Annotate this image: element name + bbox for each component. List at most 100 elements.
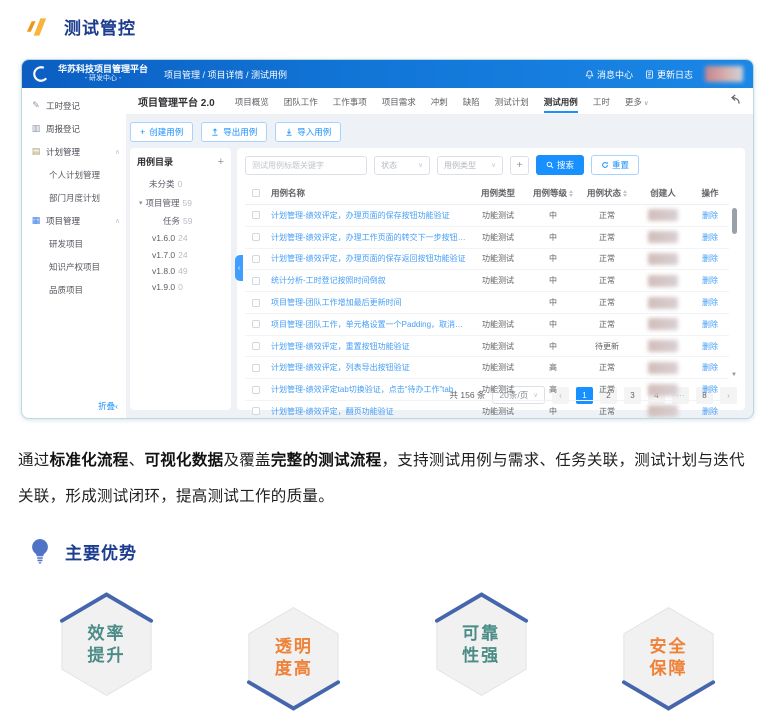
advantage-label: 效率提升 (58, 590, 155, 700)
creator-avatar (648, 405, 678, 417)
case-name-link[interactable]: 计划管理-绩效评定，重置按钮功能验证 (267, 335, 469, 357)
delete-link[interactable]: 删除 (702, 363, 718, 372)
tree-node-v1.7.0[interactable]: v1.7.024 (137, 247, 224, 263)
panel-collapse-handle[interactable]: ‹ (235, 255, 243, 281)
sidebar-item-品质项目[interactable]: 品质项目 (22, 278, 126, 301)
delete-link[interactable]: 删除 (702, 233, 718, 242)
sidebar-item-知识产权项目[interactable]: 知识产权项目 (22, 255, 126, 278)
sidebar-item-工时登记[interactable]: ✎工时登记 (22, 94, 126, 117)
tab-团队工作[interactable]: 团队工作 (284, 90, 318, 113)
sidebar-item-计划管理[interactable]: ▤计划管理∧ (22, 140, 126, 163)
add-filter-button[interactable]: + (510, 156, 529, 175)
row-checkbox[interactable] (252, 407, 260, 415)
sidebar-item-研发项目[interactable]: 研发项目 (22, 232, 126, 255)
bell-icon (585, 70, 594, 79)
case-name-link[interactable]: 计划管理-绩效评定，列表导出按钮验证 (267, 357, 469, 379)
row-checkbox[interactable] (252, 386, 260, 394)
row-checkbox[interactable] (252, 255, 260, 263)
message-center-label: 消息中心 (597, 68, 633, 81)
case-level-cell: 中 (527, 226, 579, 248)
tab-测试计划[interactable]: 测试计划 (495, 90, 529, 113)
sidebar-item-项目管理[interactable]: ▦项目管理∧ (22, 209, 126, 232)
brand-title: 华苏科技项目管理平台 (58, 65, 148, 75)
delete-link[interactable]: 删除 (702, 211, 718, 220)
sidebar-collapse-button[interactable]: 折叠‹ (22, 400, 126, 418)
changelog-link[interactable]: 更新日志 (645, 68, 693, 81)
tree-node-count: 59 (183, 198, 192, 208)
tab-测试用例[interactable]: 测试用例 (544, 90, 578, 113)
row-checkbox[interactable] (252, 277, 260, 285)
row-checkbox[interactable] (252, 211, 260, 219)
sidebar-item-label: 项目管理 (46, 215, 80, 227)
sidebar-item-label: 计划管理 (46, 146, 80, 158)
tab-工作事项[interactable]: 工作事项 (333, 90, 367, 113)
table-scrollbar[interactable]: ▼ (731, 206, 737, 378)
col-case-level[interactable]: 用例等级 (527, 182, 579, 205)
tree-node-未分类[interactable]: 未分类0 (137, 175, 224, 193)
tab-项目概览[interactable]: 项目概览 (235, 90, 269, 113)
row-checkbox[interactable] (252, 299, 260, 307)
row-checkbox[interactable] (252, 342, 260, 350)
delete-link[interactable]: 删除 (702, 276, 718, 285)
tree-node-v1.6.0[interactable]: v1.6.024 (137, 230, 224, 246)
tab-缺陷[interactable]: 缺陷 (463, 90, 480, 113)
case-status-cell: 正常 (579, 205, 635, 227)
case-name-link[interactable]: 计划管理-绩效评定，翻页功能验证 (267, 401, 469, 419)
caret-down-icon: ∨ (418, 161, 423, 169)
tree-node-count: 24 (178, 250, 187, 260)
case-status-cell: 正常 (579, 379, 635, 401)
row-checkbox[interactable] (252, 233, 260, 241)
delete-link[interactable]: 删除 (702, 298, 718, 307)
case-type-cell: 功能测试 (469, 313, 527, 335)
tab-工时[interactable]: 工时 (593, 90, 610, 113)
delete-link[interactable]: 删除 (702, 385, 718, 394)
case-name-link[interactable]: 项目管理-团队工作增加最后更新时间 (267, 292, 469, 314)
tree-node-任务[interactable]: 任务59 (137, 212, 224, 230)
导入用例-button[interactable]: 导入用例 (275, 122, 341, 142)
case-name-link[interactable]: 计划管理-绩效评定，办理工作页面的转交下一步按钮功能验证 (267, 226, 469, 248)
创建用例-button[interactable]: +创建用例 (130, 122, 193, 142)
row-checkbox[interactable] (252, 320, 260, 328)
delete-link[interactable]: 删除 (702, 407, 718, 416)
back-icon[interactable] (728, 92, 741, 110)
delete-link[interactable]: 删除 (702, 320, 718, 329)
sidebar-item-label: 研发项目 (49, 238, 83, 250)
description-segment: 及覆盖 (223, 452, 270, 469)
add-category-button[interactable]: + (218, 156, 224, 168)
keyword-search-input[interactable] (245, 156, 367, 175)
sidebar-item-周报登记[interactable]: ▥周报登记 (22, 117, 126, 140)
case-name-link[interactable]: 计划管理-绩效评定，办理页面的保存返回按钮功能验证 (267, 248, 469, 270)
case-type-select[interactable]: 用例类型∨ (437, 156, 503, 175)
tree-node-v1.8.0[interactable]: v1.8.049 (137, 263, 224, 279)
case-name-link[interactable]: 计划管理-绩效评定tab切换验证，点击“待办工作”tab (267, 379, 469, 401)
case-name-link[interactable]: 计划管理-绩效评定，办理页面的保存按钮功能验证 (267, 205, 469, 227)
case-name-link[interactable]: 项目管理-团队工作，单元格设置一个Padding，取消抖动效果， (267, 313, 469, 335)
sidebar-item-个人计划管理[interactable]: 个人计划管理 (22, 163, 126, 186)
delete-link[interactable]: 删除 (702, 254, 718, 263)
status-select[interactable]: 状态∨ (374, 156, 430, 175)
search-button[interactable]: 搜索 (536, 155, 584, 175)
message-center-link[interactable]: 消息中心 (585, 68, 633, 81)
导出用例-button[interactable]: 导出用例 (201, 122, 267, 142)
tab-冲刺[interactable]: 冲刺 (431, 90, 448, 113)
scroll-down-icon[interactable]: ▼ (731, 372, 737, 378)
advantage-label: 透明度高 (245, 603, 342, 713)
sort-icon (623, 190, 627, 197)
col-case-status[interactable]: 用例状态 (579, 182, 635, 205)
delete-link[interactable]: 删除 (702, 342, 718, 351)
case-name-link[interactable]: 统计分析-工时登记按照时间倒叙 (267, 270, 469, 292)
table-row: 计划管理-绩效评定，翻页功能验证功能测试中正常删除 (245, 401, 729, 419)
tab-更多[interactable]: 更多∨ (625, 90, 649, 113)
export-icon (211, 128, 219, 136)
user-avatar[interactable] (705, 66, 743, 82)
row-checkbox[interactable] (252, 364, 260, 372)
scrollbar-thumb[interactable] (732, 208, 737, 234)
table-row: 项目管理-团队工作，单元格设置一个Padding，取消抖动效果，功能测试中正常删… (245, 313, 729, 335)
tree-node-v1.9.0[interactable]: v1.9.00 (137, 279, 224, 295)
sidebar-item-部门月度计划[interactable]: 部门月度计划 (22, 186, 126, 209)
reset-button[interactable]: 重置 (591, 155, 639, 175)
select-all-checkbox[interactable] (252, 189, 260, 197)
case-status-cell: 正常 (579, 226, 635, 248)
tree-node-项目管理[interactable]: ▾项目管理59 (137, 193, 224, 211)
tab-项目需求[interactable]: 项目需求 (382, 90, 416, 113)
